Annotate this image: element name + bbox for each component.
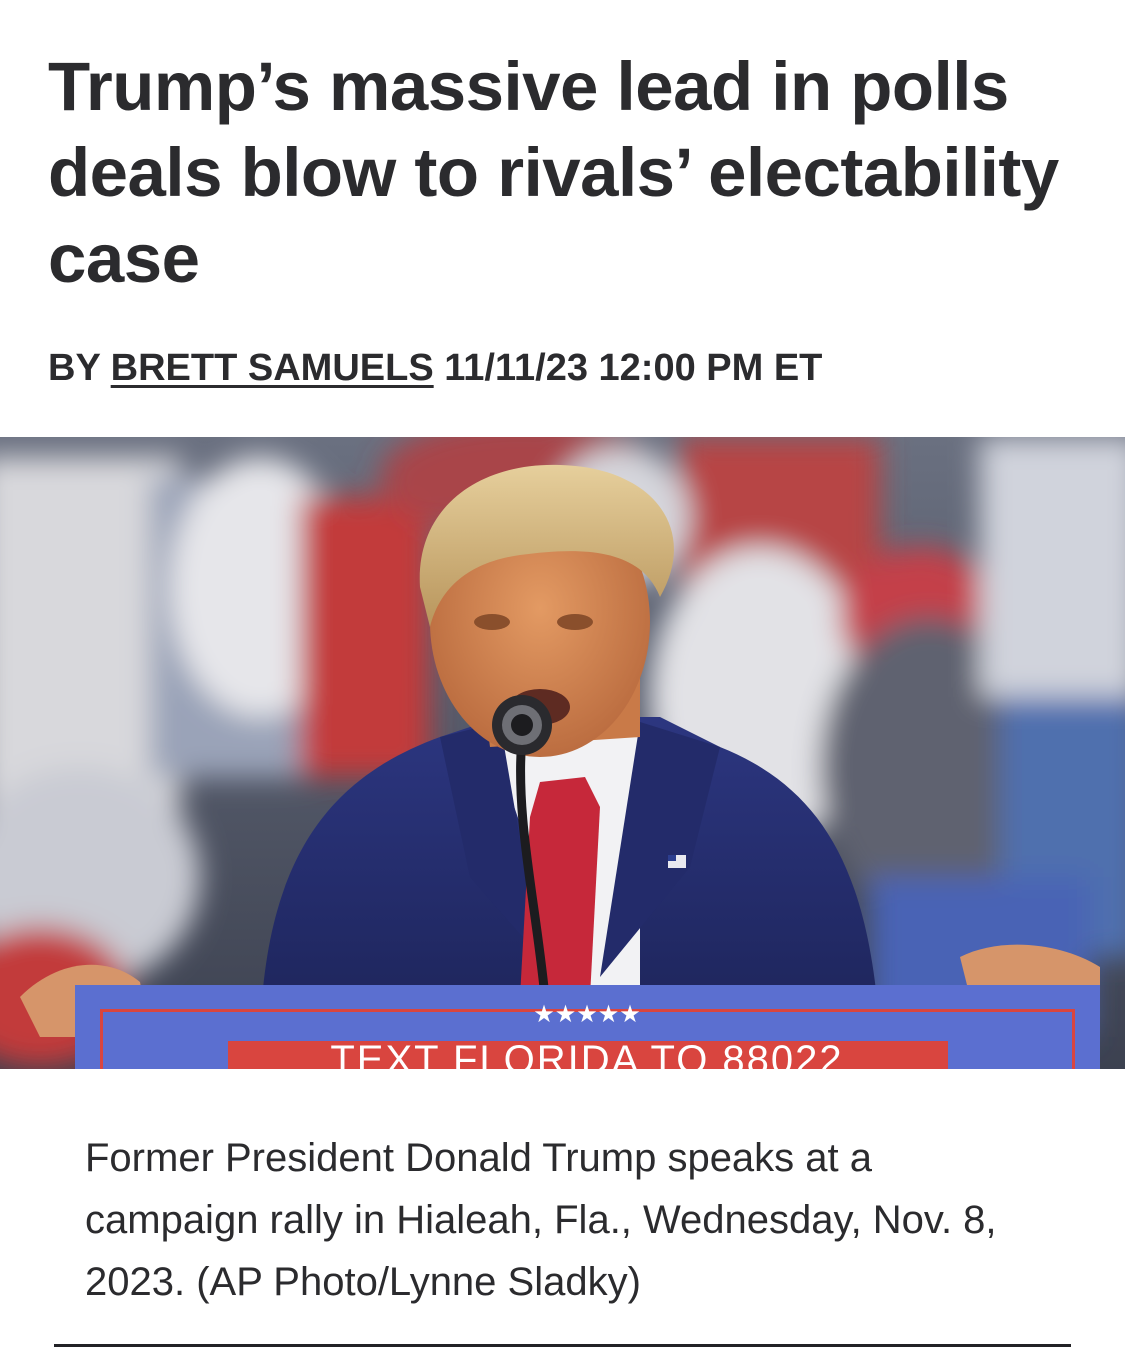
- photo-caption: Former President Donald Trump speaks at …: [85, 1136, 997, 1304]
- article-photo: ★★★★★ TEXT FLORIDA TO 88022: [0, 437, 1125, 1069]
- rally-photo-illustration: ★★★★★ TEXT FLORIDA TO 88022: [0, 437, 1125, 1069]
- podium-stars: ★★★★★: [533, 1000, 641, 1028]
- publish-timestamp: 11/11/23 12:00 PM ET: [444, 347, 823, 389]
- byline: BY BRETT SAMUELS 11/11/23 12:00 PM ET: [48, 340, 822, 396]
- byline-prefix: BY: [48, 347, 101, 389]
- podium-text: TEXT FLORIDA TO 88022: [330, 1038, 843, 1069]
- article-headline: Trump’s massive lead in polls deals blow…: [48, 48, 1059, 297]
- podium: ★★★★★ TEXT FLORIDA TO 88022: [75, 985, 1100, 1069]
- author-link[interactable]: BRETT SAMUELS: [111, 347, 434, 389]
- divider-line: [54, 1344, 1071, 1347]
